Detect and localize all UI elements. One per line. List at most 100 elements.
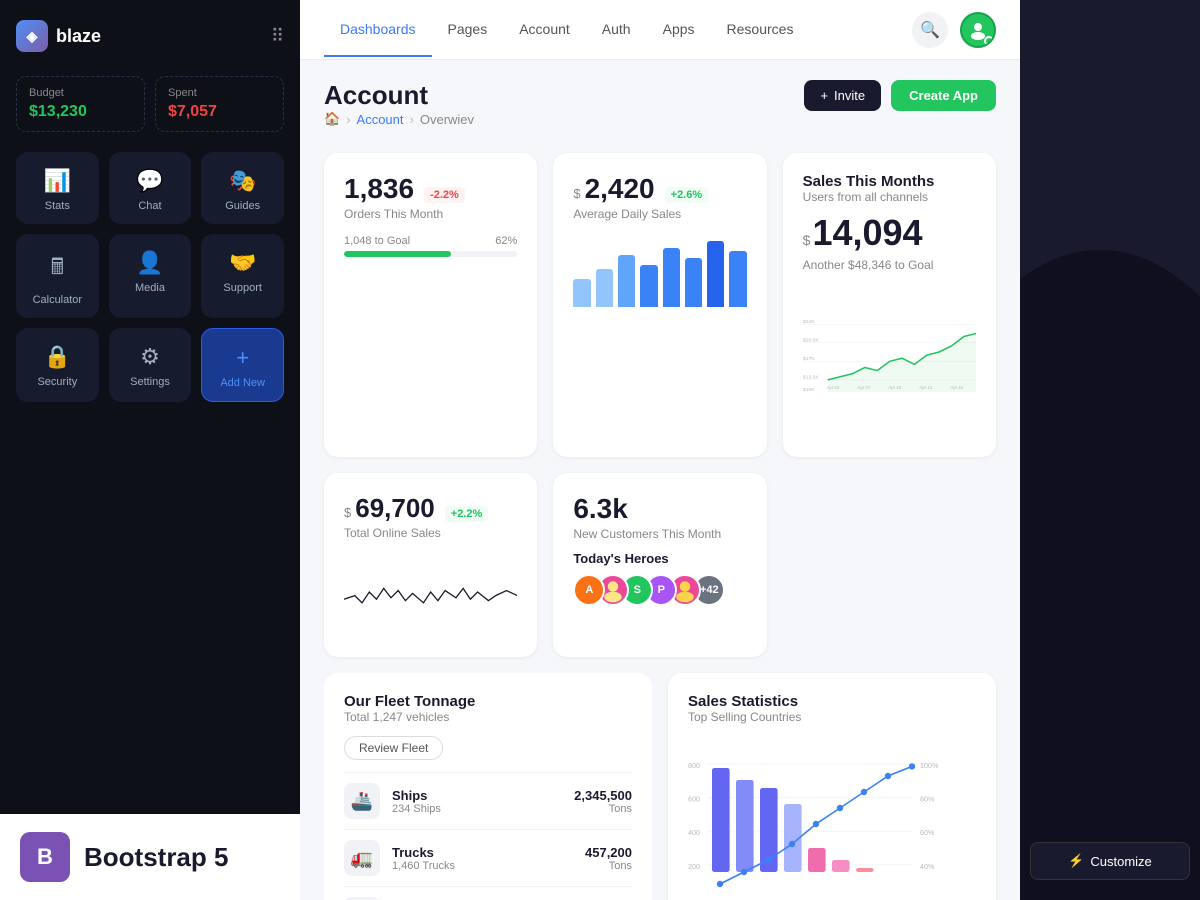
heroes-title: Today's Heroes: [573, 551, 746, 566]
svg-text:60%: 60%: [920, 828, 935, 837]
nav-pages[interactable]: Pages: [432, 3, 504, 57]
bottom-row: Our Fleet Tonnage Total 1,247 vehicles R…: [324, 673, 996, 900]
sidebar-item-media[interactable]: 👤 Media: [109, 234, 192, 318]
fleet-ships-name: Ships 234 Ships: [392, 788, 574, 815]
sidebar-item-calculator[interactable]: 🖩 Calculator: [16, 234, 99, 318]
online-prefix: $: [344, 505, 351, 520]
bootstrap-label: Bootstrap 5: [84, 842, 228, 873]
sales-stats-card: Sales Statistics Top Selling Countries 8…: [668, 673, 996, 900]
page-actions: + Invite Create App: [804, 80, 996, 111]
svg-text:80%: 80%: [920, 795, 935, 804]
search-button[interactable]: 🔍: [912, 12, 948, 48]
settings-icon: ⚙: [140, 344, 160, 370]
sales-month-value-section: $ 14,094 Another $48,346 to Goal: [803, 212, 976, 272]
breadcrumb-account[interactable]: Account: [357, 112, 404, 127]
bootstrap-badge: B Bootstrap 5: [0, 814, 300, 900]
fleet-sub: Total 1,247 vehicles: [344, 710, 632, 724]
invite-plus-icon: +: [820, 88, 828, 103]
content-inner: Account 🏠 › Account › Overwiev + Invite: [300, 60, 1020, 900]
sales-month-value: 14,094: [812, 212, 922, 254]
review-fleet-button[interactable]: Review Fleet: [344, 736, 443, 760]
bar-5: [663, 248, 680, 308]
support-label: Support: [223, 282, 262, 294]
sidebar-item-guides[interactable]: 🎭 Guides: [201, 152, 284, 224]
fleet-trucks-value: 457,200 Tons: [585, 845, 632, 872]
sales-prefix: $: [803, 232, 811, 248]
svg-text:Apr 04: Apr 04: [826, 385, 839, 390]
bar-8: [729, 251, 746, 307]
sidebar-item-add-new[interactable]: + Add New: [201, 328, 284, 402]
sidebar-item-support[interactable]: 🤝 Support: [201, 234, 284, 318]
sales-stats-sub: Top Selling Countries: [688, 710, 976, 724]
breadcrumb-overview: Overwiev: [420, 112, 474, 127]
support-icon: 🤝: [229, 250, 256, 276]
nav-apps[interactable]: Apps: [647, 3, 711, 57]
sidebar-item-settings[interactable]: ⚙ Settings: [109, 328, 192, 402]
sales-month-card: Sales This Months Users from all channel…: [783, 153, 996, 457]
topnav-right: 🔍: [912, 12, 996, 48]
orders-label: Orders This Month: [344, 207, 517, 221]
guides-label: Guides: [225, 200, 260, 212]
guides-icon: 🎭: [229, 168, 256, 194]
svg-text:800: 800: [688, 761, 700, 770]
svg-text:Apr 07: Apr 07: [857, 385, 870, 390]
nav-auth[interactable]: Auth: [586, 3, 647, 57]
breadcrumb-home[interactable]: 🏠: [324, 111, 340, 127]
daily-sales-card: $ 2,420 +2.6% Average Daily Sales: [553, 153, 766, 457]
svg-text:$13.5K: $13.5K: [803, 375, 819, 381]
sales-stats-title: Sales Statistics: [688, 693, 976, 710]
app-name: blaze: [56, 26, 271, 47]
orders-change: -2.2%: [424, 187, 465, 203]
top-nav: Dashboards Pages Account Auth Apps Resou…: [300, 0, 1020, 60]
logo-mark: ◈: [16, 20, 48, 52]
orders-progress-section: 1,048 to Goal 62%: [344, 235, 517, 257]
budget-label: Budget: [29, 87, 132, 99]
calculator-label: Calculator: [33, 294, 83, 306]
chat-label: Chat: [138, 200, 161, 212]
fleet-section: Our Fleet Tonnage Total 1,247 vehicles R…: [324, 673, 652, 900]
main-area: Dashboards Pages Account Auth Apps Resou…: [300, 0, 1020, 900]
daily-prefix: $: [573, 186, 580, 201]
svg-text:$10K: $10K: [803, 387, 815, 393]
daily-sales-chart: [573, 237, 746, 307]
bar-2: [596, 269, 613, 308]
dark-panel-bg: [1020, 0, 1200, 900]
user-avatar[interactable]: [960, 12, 996, 48]
sidebar-menu-icon[interactable]: ⠿: [271, 26, 284, 47]
goal-current: 1,048 to Goal: [344, 235, 410, 247]
sidebar-item-chat[interactable]: 💬 Chat: [109, 152, 192, 224]
hero-1: A: [573, 574, 605, 606]
svg-text:100%: 100%: [920, 761, 939, 770]
svg-text:Apr 10: Apr 10: [888, 385, 901, 390]
online-sales-card: $ 69,700 +2.2% Total Online Sales: [324, 473, 537, 657]
orders-value: 1,836: [344, 173, 414, 205]
sales-stats-chart: 800 600 400 200: [688, 732, 976, 900]
heroes-section: Today's Heroes A S P: [573, 551, 746, 606]
online-sales-chart: [344, 552, 517, 632]
bootstrap-icon: B: [20, 832, 70, 882]
budget-row: Budget $13,230 Spent $7,057: [16, 76, 284, 132]
progress-label: 1,048 to Goal 62%: [344, 235, 517, 247]
nav-account[interactable]: Account: [503, 3, 586, 57]
customers-card: 6.3k New Customers This Month Today's He…: [553, 473, 766, 657]
customize-label: Customize: [1090, 854, 1151, 869]
right-panel: ⚡ Customize: [1020, 0, 1200, 900]
daily-sales-label: Average Daily Sales: [573, 207, 746, 221]
customize-button[interactable]: ⚡ Customize: [1030, 842, 1190, 880]
daily-sales-value: 2,420: [585, 173, 655, 205]
bar-1: [573, 279, 590, 307]
nav-resources[interactable]: Resources: [711, 3, 810, 57]
sidebar-item-stats[interactable]: 📊 Stats: [16, 152, 99, 224]
create-app-button[interactable]: Create App: [891, 80, 996, 111]
invite-button[interactable]: + Invite: [804, 80, 881, 111]
trucks-icon: 🚛: [344, 840, 380, 876]
spent-card: Spent $7,057: [155, 76, 284, 132]
spent-label: Spent: [168, 87, 271, 99]
invite-label: Invite: [834, 88, 865, 103]
calculator-icon: 🖩: [51, 250, 64, 288]
chat-icon: 💬: [136, 168, 163, 194]
nav-grid: 📊 Stats 💬 Chat 🎭 Guides 🖩 Calculator 👤 M…: [16, 152, 284, 402]
nav-dashboards[interactable]: Dashboards: [324, 3, 432, 57]
sidebar-item-security[interactable]: 🔒 Security: [16, 328, 99, 402]
sales-month-sub: Users from all channels: [803, 190, 976, 204]
